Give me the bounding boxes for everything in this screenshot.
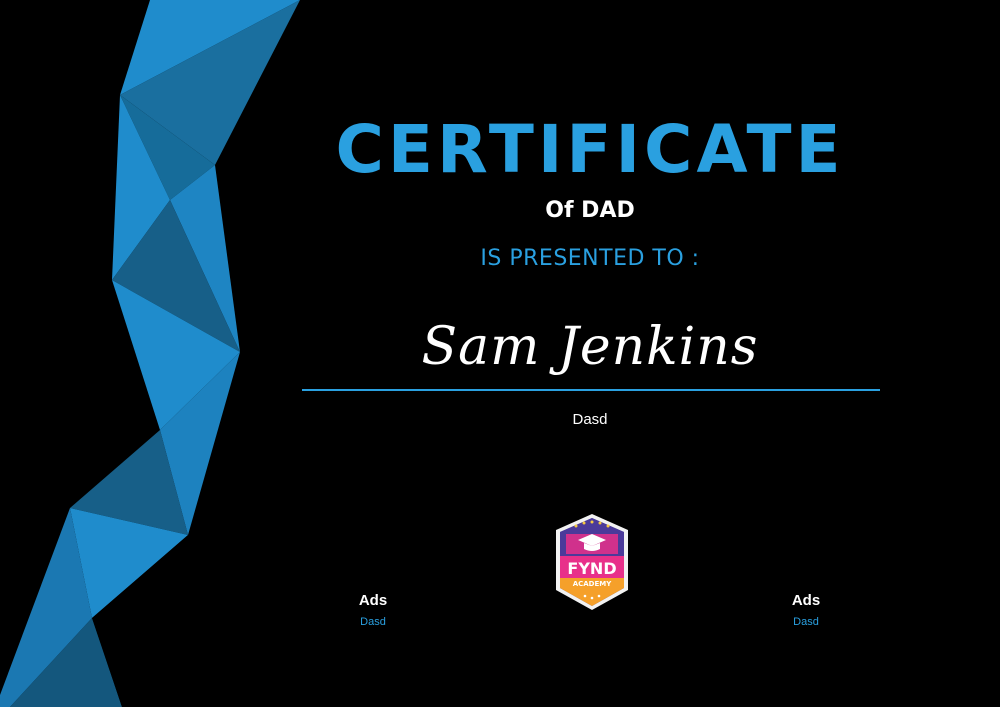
certificate-description: Dasd xyxy=(572,411,608,428)
certificate-title: CERTIFICATE xyxy=(335,111,845,188)
signature-name: Ads xyxy=(358,592,388,609)
presented-to-label: IS PRESENTED TO : xyxy=(480,246,700,271)
signature-name: Ads xyxy=(791,592,821,609)
fynd-academy-logo: FYND ACADEMY xyxy=(556,514,628,610)
signature-block-left: Ads Dasd xyxy=(313,592,433,630)
certificate-subtitle: Of DAD xyxy=(545,198,635,223)
signature-role: Dasd xyxy=(360,616,386,628)
recipient-name: Sam Jenkins xyxy=(421,317,759,377)
signature-role: Dasd xyxy=(793,616,819,628)
decorative-polygon-border xyxy=(0,0,300,707)
logo-line1: FYND xyxy=(567,559,616,578)
logo-line2: ACADEMY xyxy=(573,580,613,588)
signature-block-right: Ads Dasd xyxy=(746,592,866,630)
name-underline xyxy=(302,389,880,391)
certificate-page: CERTIFICATE Of DAD IS PRESENTED TO : Sam… xyxy=(0,0,1000,707)
